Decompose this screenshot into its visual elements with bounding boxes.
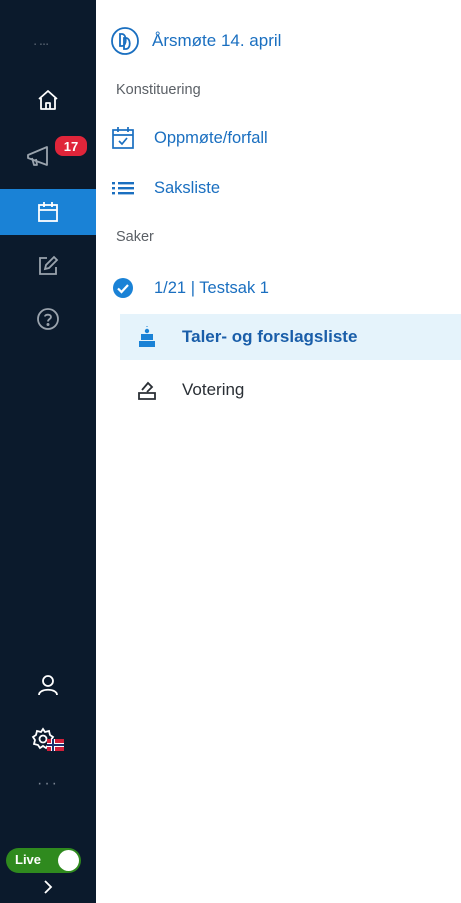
edit-icon	[39, 255, 59, 275]
home-icon	[38, 90, 58, 110]
app-logo-icon	[111, 27, 139, 55]
nav-speakers-list[interactable]: Taler- og forslagsliste	[120, 314, 461, 360]
list-icon	[112, 182, 134, 195]
toggle-knob	[58, 850, 79, 871]
profile-button[interactable]	[0, 662, 96, 708]
nav-case[interactable]: 1/21 | Testsak 1	[110, 268, 269, 308]
meeting-header[interactable]: Årsmøte 14. april	[110, 26, 281, 56]
nav-voting-label: Votering	[182, 380, 245, 399]
sidebar-rail: ▪ ▪▪▪ 17 ··· Live	[0, 0, 96, 903]
chevron-right-icon	[44, 879, 53, 894]
user-icon	[38, 675, 58, 696]
meetings-button[interactable]	[0, 189, 96, 235]
settings-flag-icon	[31, 727, 64, 751]
section-saker: Saker	[116, 229, 154, 245]
nav-agenda-label: Saksliste	[154, 178, 221, 197]
edit-button[interactable]	[0, 243, 96, 289]
nav-agenda[interactable]: Saksliste	[110, 168, 220, 208]
norway-flag-icon	[47, 739, 64, 751]
ballot-icon	[138, 381, 156, 400]
nav-case-label: 1/21 | Testsak 1	[154, 278, 269, 297]
nav-speakers-label: Taler- og forslagsliste	[182, 327, 358, 346]
megaphone-icon	[27, 146, 48, 166]
help-icon	[37, 308, 59, 330]
settings-language-button[interactable]	[0, 717, 96, 763]
nav-attendance[interactable]: Oppmøte/forfall	[110, 118, 268, 158]
expand-sidebar-button[interactable]	[0, 870, 96, 903]
section-konstituering: Konstituering	[116, 82, 201, 98]
notification-badge: 17	[53, 134, 89, 158]
nav-attendance-label: Oppmøte/forfall	[154, 128, 268, 147]
more-menu[interactable]: ···	[0, 775, 96, 793]
calendar-icon	[38, 202, 58, 222]
live-label: Live	[15, 852, 42, 867]
org-logo: ▪ ▪▪▪	[34, 42, 50, 48]
nav-voting[interactable]: Votering	[120, 368, 461, 412]
help-button[interactable]	[0, 296, 96, 342]
check-circle-icon	[113, 278, 133, 298]
podium-icon	[139, 326, 155, 347]
meeting-title: Årsmøte 14. april	[152, 31, 282, 50]
home-button[interactable]	[0, 77, 96, 123]
calendar-check-icon	[112, 127, 134, 149]
